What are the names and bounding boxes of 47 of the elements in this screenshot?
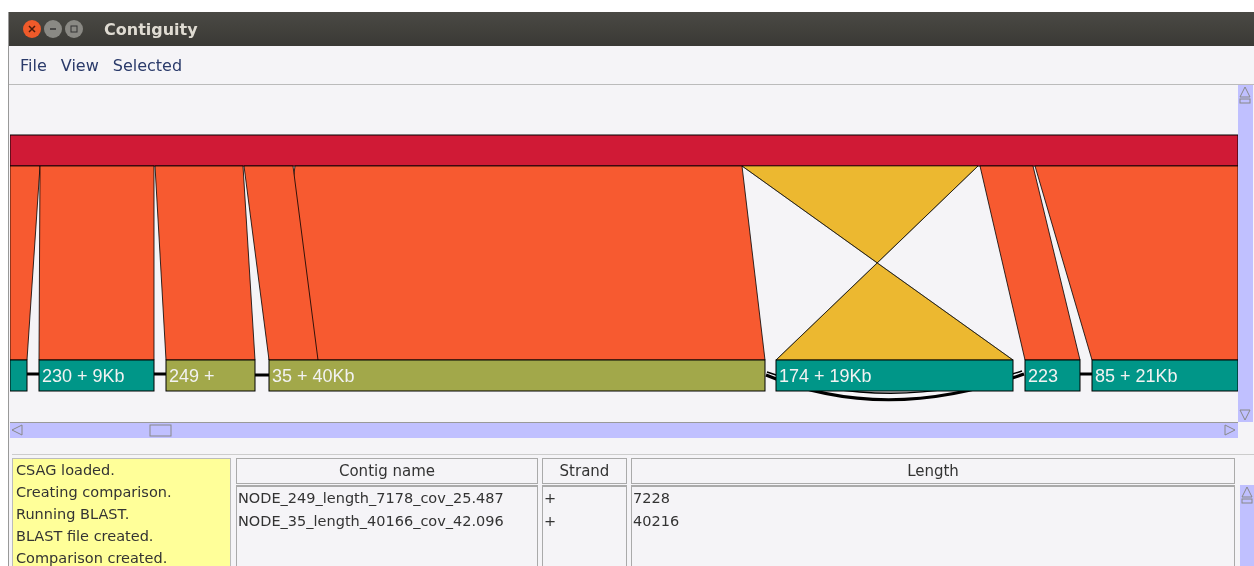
- scroll-thumb[interactable]: [1239, 98, 1251, 104]
- contig-block[interactable]: [1024, 359, 1081, 392]
- column-header[interactable]: Length: [631, 458, 1235, 484]
- maximize-icon: [70, 25, 78, 33]
- contig-label: 85 + 21Kb: [1095, 366, 1178, 386]
- log-message: Running BLAST.: [16, 505, 131, 524]
- minimize-icon: [49, 25, 57, 33]
- table-cell[interactable]: +: [543, 510, 626, 533]
- up-arrow-icon[interactable]: [1239, 86, 1251, 98]
- scroll-thumb[interactable]: [1241, 498, 1253, 504]
- table-cell[interactable]: NODE_35_length_40166_cov_42.096: [237, 510, 537, 533]
- menu-item[interactable]: Selected: [105, 55, 190, 75]
- contig-label: 230 + 9Kb: [42, 366, 125, 386]
- contig-label: 35 + 40Kb: [272, 366, 355, 386]
- table-cell[interactable]: 40216: [632, 510, 1234, 533]
- right-arrow-icon[interactable]: [1224, 424, 1236, 436]
- table-cell[interactable]: NODE_249_length_7178_cov_25.487: [237, 487, 537, 510]
- maximize-button[interactable]: [65, 20, 83, 38]
- log-message: Comparison created.: [16, 549, 169, 566]
- log-message: BLAST file created.: [16, 527, 155, 546]
- horizontal-scrollbar[interactable]: [10, 422, 1238, 438]
- contig-label: 249 +: [169, 366, 215, 386]
- column-header[interactable]: Contig name: [236, 458, 538, 484]
- contig-label: 223: [1028, 366, 1059, 386]
- vertical-scrollbar[interactable]: [1240, 485, 1254, 566]
- contig-block[interactable]: [38, 359, 155, 392]
- down-arrow-icon[interactable]: [1239, 409, 1251, 421]
- minimize-button[interactable]: [44, 20, 62, 38]
- contig-block[interactable]: [1091, 359, 1238, 392]
- up-arrow-icon[interactable]: [1241, 486, 1253, 498]
- contig-label: 174 + 19Kb: [779, 366, 872, 386]
- window-title: Contiguity: [104, 19, 198, 39]
- table-cell[interactable]: 7228: [632, 487, 1234, 510]
- contig-block[interactable]: [268, 359, 766, 392]
- log-message: Creating comparison.: [16, 483, 173, 502]
- menu-item[interactable]: View: [53, 55, 106, 75]
- contig-block[interactable]: [775, 359, 1014, 392]
- left-arrow-icon[interactable]: [11, 424, 23, 436]
- scroll-thumb[interactable]: [149, 424, 172, 437]
- column-header[interactable]: Strand: [542, 458, 627, 484]
- menu-item[interactable]: File: [13, 55, 54, 75]
- table-cell[interactable]: +: [543, 487, 626, 510]
- contig-block[interactable]: [165, 359, 256, 392]
- close-button[interactable]: [23, 20, 41, 38]
- close-icon: [28, 25, 36, 33]
- vertical-scrollbar[interactable]: [1238, 85, 1253, 422]
- log-message: CSAG loaded.: [16, 461, 116, 480]
